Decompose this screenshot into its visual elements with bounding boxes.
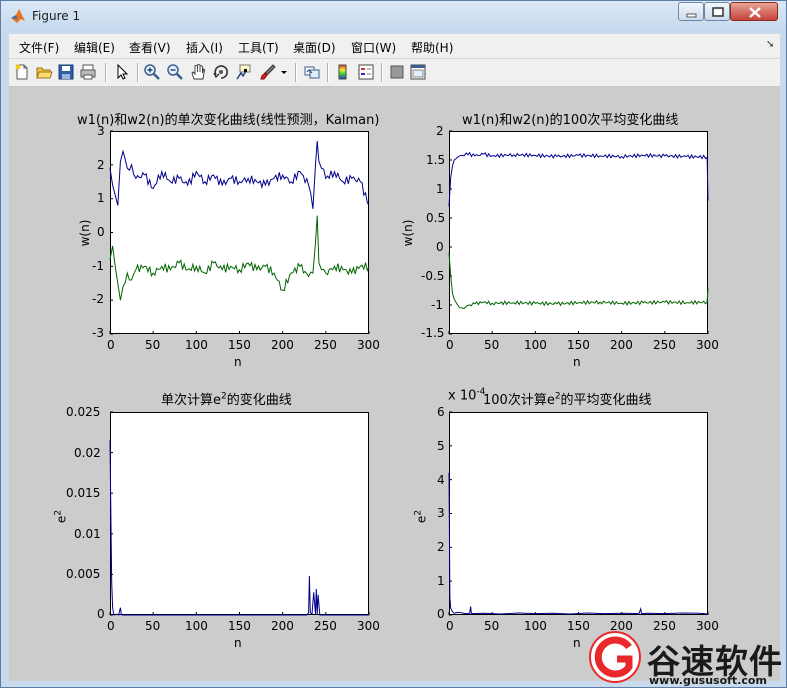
colorbar-icon[interactable] <box>334 63 352 81</box>
save-icon[interactable] <box>57 63 75 81</box>
close-button[interactable] <box>730 2 778 21</box>
figure-toolbar <box>9 59 780 87</box>
rotate-3d-icon[interactable] <box>212 63 230 81</box>
toolbar-separator <box>295 63 297 82</box>
data-cursor-icon[interactable] <box>235 63 253 81</box>
menu-desktop[interactable]: 桌面(D) <box>293 39 336 56</box>
dock-arrow-icon[interactable]: ➘ <box>766 39 774 50</box>
figure-window: Figure 1 文件(F) 编辑(E) 查看(V) 插入(I) 工具(T) 桌… <box>0 0 787 688</box>
print-icon[interactable] <box>79 63 97 81</box>
title-bar[interactable]: Figure 1 <box>1 1 786 31</box>
pan-hand-icon[interactable] <box>189 63 207 81</box>
legend-icon[interactable] <box>357 63 375 81</box>
series-line <box>448 472 709 615</box>
toolbar-separator <box>105 63 107 82</box>
brand-logo-icon <box>589 631 641 683</box>
series-line <box>109 440 369 616</box>
menu-file[interactable]: 文件(F) <box>19 39 59 56</box>
maximize-icon <box>712 7 724 17</box>
menu-help[interactable]: 帮助(H) <box>411 39 453 56</box>
menu-window[interactable]: 窗口(W) <box>351 39 396 56</box>
window-title: Figure 1 <box>32 9 81 23</box>
minimize-icon <box>686 13 697 18</box>
series-line <box>448 252 709 310</box>
menu-tools[interactable]: 工具(T) <box>238 39 279 56</box>
plot-lines-layer <box>109 130 709 616</box>
brush-dropdown-icon[interactable] <box>279 63 289 81</box>
figure-canvas: w1(n)和w2(n)的单次变化曲线(线性预测，Kalman) n w(n) 0… <box>9 87 780 681</box>
series-line <box>448 151 709 207</box>
toolbar-separator <box>381 63 383 82</box>
series-line <box>109 141 370 209</box>
link-plot-icon[interactable] <box>303 63 321 81</box>
close-icon <box>749 7 761 18</box>
matlab-logo-icon <box>11 9 25 23</box>
menu-edit[interactable]: 编辑(E) <box>74 39 115 56</box>
watermark-url: www.gususoft.com <box>649 674 767 687</box>
select-arrow-icon[interactable] <box>113 63 131 81</box>
menu-bar: 文件(F) 编辑(E) 查看(V) 插入(I) 工具(T) 桌面(D) 窗口(W… <box>9 34 780 59</box>
toolbar-separator <box>327 63 329 82</box>
zoom-out-icon[interactable] <box>166 63 184 81</box>
brush-icon[interactable] <box>259 63 277 81</box>
menu-view[interactable]: 查看(V) <box>129 39 171 56</box>
hide-plot-tools-icon[interactable] <box>388 63 406 81</box>
toolbar-separator <box>137 63 139 82</box>
zoom-in-icon[interactable] <box>143 63 161 81</box>
minimize-button[interactable] <box>678 2 704 21</box>
new-figure-icon[interactable] <box>13 63 31 81</box>
open-file-icon[interactable] <box>35 63 53 81</box>
menu-insert[interactable]: 插入(I) <box>186 39 223 56</box>
maximize-button[interactable] <box>704 2 730 21</box>
show-plot-tools-icon[interactable] <box>409 63 427 81</box>
series-line <box>109 215 370 301</box>
